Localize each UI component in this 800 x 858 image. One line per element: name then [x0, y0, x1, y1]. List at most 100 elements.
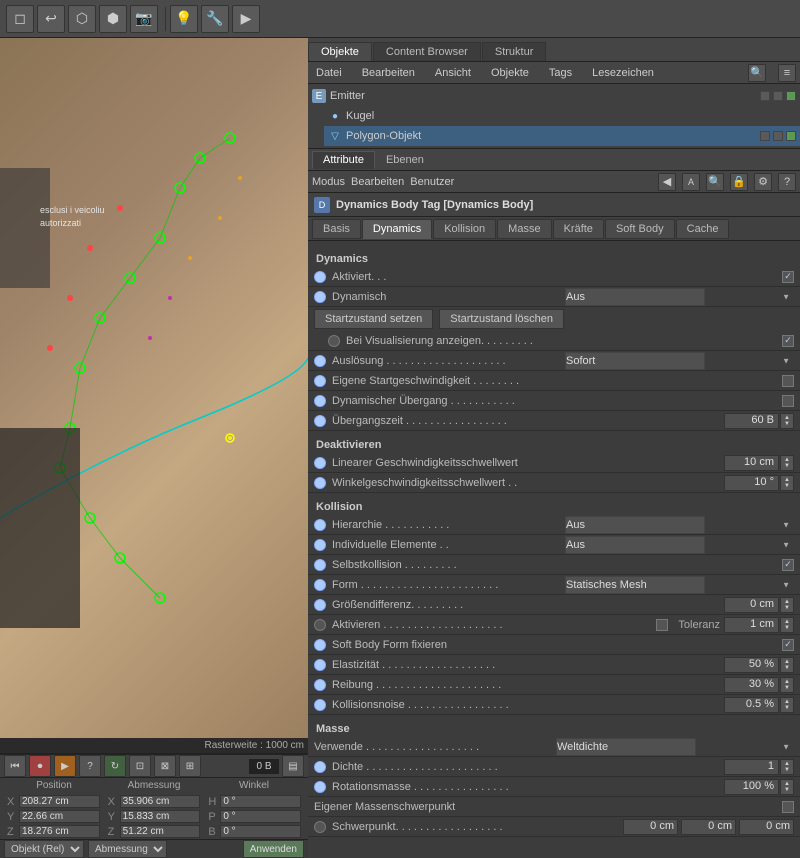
schwerpunkt-z[interactable]: 0 cm	[739, 819, 794, 835]
dichte-value[interactable]: 1	[724, 759, 779, 775]
play-back-button[interactable]: ⏮	[4, 755, 26, 777]
linear-radio[interactable]	[314, 457, 326, 469]
attr-help-icon[interactable]: ?	[778, 173, 796, 191]
verwende-select[interactable]: Weltdichte Benutzerdefiniert	[556, 738, 696, 756]
subtab-soft-body[interactable]: Soft Body	[605, 219, 675, 239]
tab-struktur[interactable]: Struktur	[482, 42, 547, 61]
uebergangszeit-stepper-btn[interactable]: ▲ ▼	[780, 413, 794, 429]
bei-visualisierung-radio[interactable]	[328, 335, 340, 347]
dynamischer-radio[interactable]	[314, 395, 326, 407]
camera-icon[interactable]: 📷	[130, 5, 158, 33]
obj-kugel[interactable]: ● Kugel	[324, 106, 800, 126]
measure-type-select[interactable]: Abmessung	[88, 840, 167, 858]
obj-polygon[interactable]: ▽ Polygon-Objekt	[324, 126, 800, 146]
kollisionsnoise-stepper-btn[interactable]: ▲ ▼	[780, 697, 794, 713]
rotationsmasse-value[interactable]: 100 %	[724, 779, 779, 795]
render-icon[interactable]: ▶	[232, 5, 260, 33]
attr-menu-benutzer[interactable]: Benutzer	[410, 176, 454, 188]
eigene-radio[interactable]	[314, 375, 326, 387]
eigener-schwerpunkt-check[interactable]	[782, 801, 794, 813]
rotationsmasse-stepper-btn[interactable]: ▲ ▼	[780, 779, 794, 795]
schwerpunkt-radio[interactable]	[314, 821, 326, 833]
aktiviert-check[interactable]: ✓	[782, 271, 794, 283]
attr-menu-bearbeiten[interactable]: Bearbeiten	[351, 176, 404, 188]
viewport[interactable]: esclusi i veicoliu autorizzati	[0, 38, 308, 738]
subtab-cache[interactable]: Cache	[676, 219, 730, 239]
undo-icon[interactable]: ↩	[37, 5, 65, 33]
hierarchie-select[interactable]: Aus Ein	[565, 516, 705, 534]
soft-body-form-check[interactable]: ✓	[782, 639, 794, 651]
individuelle-radio[interactable]	[314, 539, 326, 551]
nav-back-icon[interactable]: ◀	[658, 173, 676, 191]
attr-search-icon[interactable]: 🔍	[706, 173, 724, 191]
expand-button[interactable]: ▤	[282, 755, 304, 777]
groessen-stepper-btn[interactable]: ▲ ▼	[780, 597, 794, 613]
elastizitaet-stepper-btn[interactable]: ▲ ▼	[780, 657, 794, 673]
menu-tags[interactable]: Tags	[545, 67, 576, 79]
pos-y-value[interactable]: 22.66 cm	[19, 810, 100, 823]
selbst-check[interactable]: ✓	[782, 559, 794, 571]
winkel-x-value[interactable]: 0 °	[220, 795, 301, 808]
subtab-basis[interactable]: Basis	[312, 219, 361, 239]
toleranz-stepper-btn[interactable]: ▲ ▼	[780, 617, 794, 633]
elastizitaet-radio[interactable]	[314, 659, 326, 671]
bei-visualisierung-check[interactable]: ✓	[782, 335, 794, 347]
ausloesung-radio[interactable]	[314, 355, 326, 367]
nav-fwd-icon[interactable]: A	[682, 173, 700, 191]
anim2-button[interactable]: ⊠	[154, 755, 176, 777]
abm-z-value[interactable]: 51.22 cm	[120, 825, 201, 838]
aktivieren-check[interactable]	[656, 619, 668, 631]
hierarchie-radio[interactable]	[314, 519, 326, 531]
individuelle-select[interactable]: Aus Ein	[565, 536, 705, 554]
record-button[interactable]: ⏺	[29, 755, 51, 777]
uebergangszeit-radio[interactable]	[314, 415, 326, 427]
attr-settings-icon[interactable]: ⚙	[754, 173, 772, 191]
menu-objekte[interactable]: Objekte	[487, 67, 533, 79]
dynamisch-radio[interactable]	[314, 291, 326, 303]
winkel-stepper-btn[interactable]: ▲ ▼	[780, 475, 794, 491]
dynamisch-select[interactable]: Aus Ein	[565, 288, 705, 306]
anim-button[interactable]: ⊡	[129, 755, 151, 777]
linear-value[interactable]: 10 cm	[724, 455, 779, 471]
soft-body-form-radio[interactable]	[314, 639, 326, 651]
selbst-radio[interactable]	[314, 559, 326, 571]
elastizitaet-value[interactable]: 50 %	[724, 657, 779, 673]
coord-system-select[interactable]: Objekt (Rel)	[4, 840, 84, 858]
ausloesung-select[interactable]: Sofort Bei Kollision Manuell	[565, 352, 705, 370]
reibung-value[interactable]: 30 %	[724, 677, 779, 693]
tool-icon[interactable]: 🔧	[201, 5, 229, 33]
aktivieren-radio[interactable]	[314, 619, 326, 631]
form-radio[interactable]	[314, 579, 326, 591]
menu-bearbeiten[interactable]: Bearbeiten	[358, 67, 419, 79]
abm-x-value[interactable]: 35.906 cm	[120, 795, 201, 808]
groessen-value[interactable]: 0 cm	[724, 597, 779, 613]
dynamischer-check[interactable]	[782, 395, 794, 407]
pos-x-value[interactable]: 208.27 cm	[19, 795, 100, 808]
form-select[interactable]: Statisches Mesh Konvex Box Kugel	[565, 576, 705, 594]
winkel-z-value[interactable]: 0 °	[220, 825, 301, 838]
dichte-radio[interactable]	[314, 761, 326, 773]
startzustand-loeschen-button[interactable]: Startzustand löschen	[439, 309, 564, 329]
play-button[interactable]: ▶	[54, 755, 76, 777]
new-icon[interactable]: ◻	[6, 5, 34, 33]
menu-lesezeichen[interactable]: Lesezeichen	[588, 67, 658, 79]
menu-ansicht[interactable]: Ansicht	[431, 67, 475, 79]
schwerpunkt-y[interactable]: 0 cm	[681, 819, 736, 835]
eigene-check[interactable]	[782, 375, 794, 387]
winkel-y-value[interactable]: 0 °	[220, 810, 301, 823]
winkel-value[interactable]: 10 °	[724, 475, 779, 491]
subtab-dynamics[interactable]: Dynamics	[362, 219, 432, 239]
schwerpunkt-x[interactable]: 0 cm	[623, 819, 678, 835]
uebergangszeit-value[interactable]: 60 B	[724, 413, 779, 429]
linear-stepper-btn[interactable]: ▲ ▼	[780, 455, 794, 471]
apply-button[interactable]: Anwenden	[243, 840, 304, 858]
dichte-stepper-btn[interactable]: ▲ ▼	[780, 759, 794, 775]
info-button[interactable]: ?	[79, 755, 101, 777]
deform-icon[interactable]: ⬢	[99, 5, 127, 33]
reibung-stepper-btn[interactable]: ▲ ▼	[780, 677, 794, 693]
toleranz-value[interactable]: 1 cm	[724, 617, 779, 633]
kollisionsnoise-radio[interactable]	[314, 699, 326, 711]
pos-z-value[interactable]: 18.276 cm	[19, 825, 100, 838]
startzustand-setzen-button[interactable]: Startzustand setzen	[314, 309, 433, 329]
reibung-radio[interactable]	[314, 679, 326, 691]
